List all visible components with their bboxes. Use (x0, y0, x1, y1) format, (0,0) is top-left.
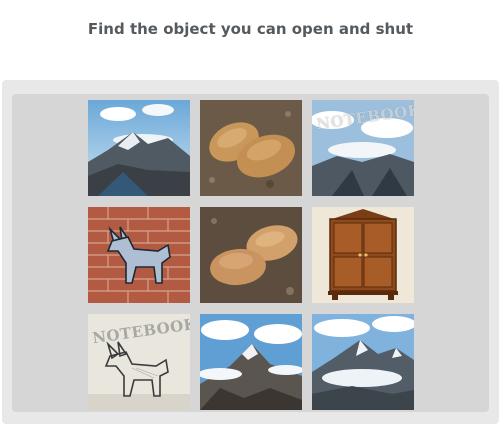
tile-3-mountains[interactable]: NOTEBOOK (312, 100, 414, 196)
tile-7-dog-sketch[interactable]: NOTEBOOK (88, 314, 190, 410)
potato-image (200, 207, 302, 303)
mountain-image (88, 100, 190, 196)
tile-8-mountains[interactable] (200, 314, 302, 410)
tile-5-potatoes[interactable] (200, 207, 302, 303)
image-grid-container: NOTEBOOK NOTEBOOK (12, 94, 489, 412)
tile-4-dog-on-brick-wall[interactable] (88, 207, 190, 303)
dog-image (88, 207, 190, 303)
mountain-image (312, 314, 414, 410)
challenge-prompt: Find the object you can open and shut (87, 20, 414, 38)
dog-image (88, 314, 190, 410)
tile-9-mountains[interactable] (312, 314, 414, 410)
challenge-panel: NOTEBOOK NOTEBOOK (2, 80, 499, 424)
tile-1-mountains[interactable] (88, 100, 190, 196)
cabinet-image (312, 207, 414, 303)
potato-image (200, 100, 302, 196)
mountain-image (200, 314, 302, 410)
mountain-image (312, 100, 414, 196)
tile-6-wooden-cabinet[interactable] (312, 207, 414, 303)
tile-2-potatoes[interactable] (200, 100, 302, 196)
image-grid: NOTEBOOK NOTEBOOK (88, 100, 414, 410)
